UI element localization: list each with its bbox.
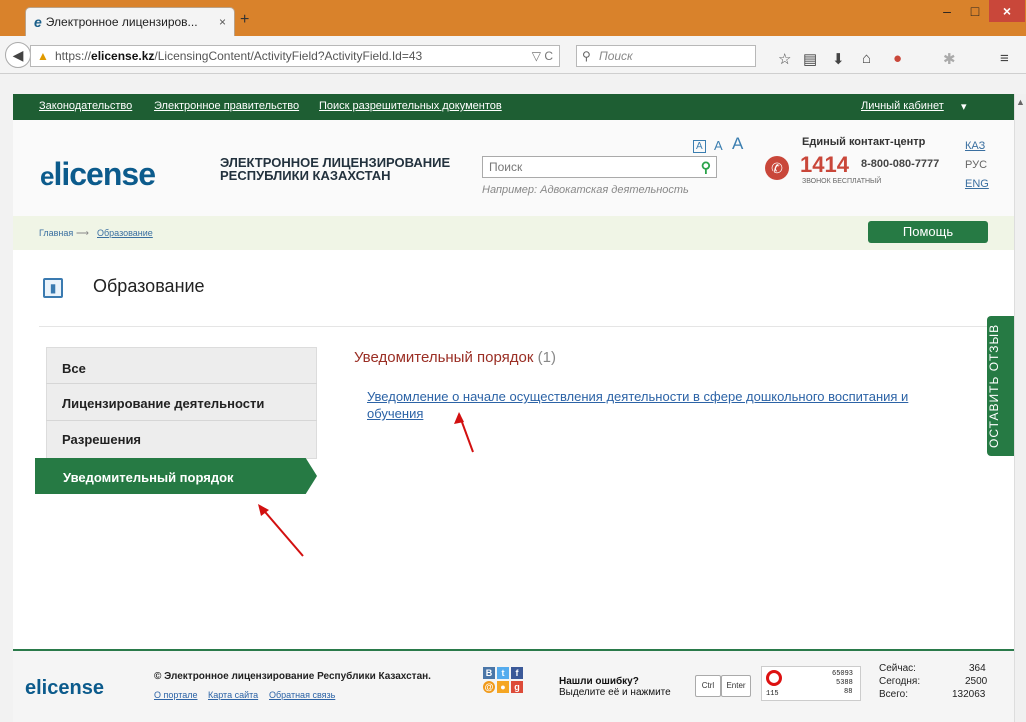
extension-icon[interactable]: ✱ bbox=[943, 50, 956, 68]
scrollbar[interactable]: ▲ bbox=[1014, 94, 1026, 722]
counter-value: 115 bbox=[766, 690, 779, 698]
stat-value: 132063 bbox=[952, 689, 986, 700]
browser-tab[interactable]: e Электронное лицензиров... × bbox=[25, 7, 235, 36]
url-prefix: https:// bbox=[55, 49, 92, 63]
maximize-button[interactable]: □ bbox=[961, 0, 989, 22]
footer-link-sitemap[interactable]: Карта сайта bbox=[208, 690, 258, 700]
facebook-icon[interactable]: f bbox=[511, 667, 523, 679]
bookmark-star-icon[interactable]: ☆ bbox=[778, 50, 791, 68]
counter-value: 65093 bbox=[832, 670, 854, 678]
browser-toolbar: ◀ ▲ https://elicense.kz/LicensingContent… bbox=[0, 36, 1026, 74]
browser-search-input[interactable]: ⚲ Поиск bbox=[576, 45, 756, 67]
footer-link-about[interactable]: О портале bbox=[154, 690, 197, 700]
home-icon[interactable]: ⌂ bbox=[862, 50, 871, 67]
menu-icon[interactable]: ≡ bbox=[1000, 50, 1009, 67]
browser-window: e Электронное лицензиров... × + ‒ □ × ◀ … bbox=[0, 0, 1026, 722]
stat-label: Всего: bbox=[879, 689, 908, 700]
google-plus-icon[interactable]: g bbox=[511, 681, 523, 693]
new-tab-button[interactable]: + bbox=[240, 11, 249, 29]
vk-icon[interactable]: B bbox=[483, 667, 495, 679]
mail-icon[interactable]: @ bbox=[483, 681, 495, 693]
url-domain: elicense.kz bbox=[91, 49, 155, 63]
chat-icon[interactable]: ● bbox=[497, 681, 509, 693]
page-viewport: Законодательство Электронное правительст… bbox=[13, 94, 1014, 722]
stat-value: 364 bbox=[969, 663, 986, 674]
twitter-icon[interactable]: t bbox=[497, 667, 509, 679]
close-window-button[interactable]: × bbox=[989, 0, 1025, 22]
address-bar[interactable]: ▲ https://elicense.kz/LicensingContent/A… bbox=[30, 45, 560, 67]
url-path: /LicensingContent/ActivityField?Activity… bbox=[154, 49, 423, 63]
search-icon: ⚲ bbox=[582, 49, 591, 63]
arrowhead-icon bbox=[454, 412, 464, 424]
site-footer: elicense © Электронное лицензирование Ре… bbox=[13, 649, 1014, 722]
back-arrow-icon: ◀ bbox=[12, 47, 24, 63]
site-favicon-icon: e bbox=[34, 14, 42, 30]
bookmarks-list-icon[interactable]: ▤ bbox=[803, 50, 817, 68]
back-button[interactable]: ◀ bbox=[5, 42, 31, 68]
counter-value: 5388 bbox=[836, 679, 853, 687]
annotation-arrows bbox=[258, 412, 474, 557]
url-tools[interactable]: ▽ C bbox=[532, 46, 553, 66]
warning-icon: ▲ bbox=[37, 49, 49, 63]
browser-search-placeholder: Поиск bbox=[599, 49, 633, 63]
tab-close-icon[interactable]: × bbox=[219, 15, 226, 29]
enter-key-icon: Enter bbox=[721, 675, 751, 697]
counter-value: 88 bbox=[844, 688, 853, 696]
download-icon[interactable]: ⬇ bbox=[832, 50, 845, 68]
visit-counter[interactable]: 65093 5388 88 115 bbox=[761, 666, 861, 701]
minimize-button[interactable]: ‒ bbox=[933, 0, 961, 22]
error-report: Нашли ошибку? Выделите её и нажмите bbox=[559, 676, 671, 698]
stat-label: Сегодня: bbox=[879, 676, 921, 687]
scroll-up-icon[interactable]: ▲ bbox=[1016, 97, 1025, 107]
stat-label: Сейчас: bbox=[879, 663, 916, 674]
tab-title: Электронное лицензиров... bbox=[45, 15, 198, 29]
annotation-arrow-sidebar bbox=[259, 505, 304, 557]
footer-logo[interactable]: elicense bbox=[25, 677, 104, 700]
footer-link-feedback[interactable]: Обратная связь bbox=[269, 690, 335, 700]
ctrl-key-icon: Ctrl bbox=[695, 675, 721, 697]
copyright: © Электронное лицензирование Республики … bbox=[154, 671, 431, 682]
social-links: B t f @ ● g bbox=[483, 667, 535, 701]
adblock-icon[interactable]: ● bbox=[893, 50, 902, 67]
stat-value: 2500 bbox=[965, 676, 988, 687]
counter-logo-icon bbox=[766, 670, 782, 686]
title-bar: e Электронное лицензиров... × + ‒ □ × bbox=[0, 0, 1026, 36]
